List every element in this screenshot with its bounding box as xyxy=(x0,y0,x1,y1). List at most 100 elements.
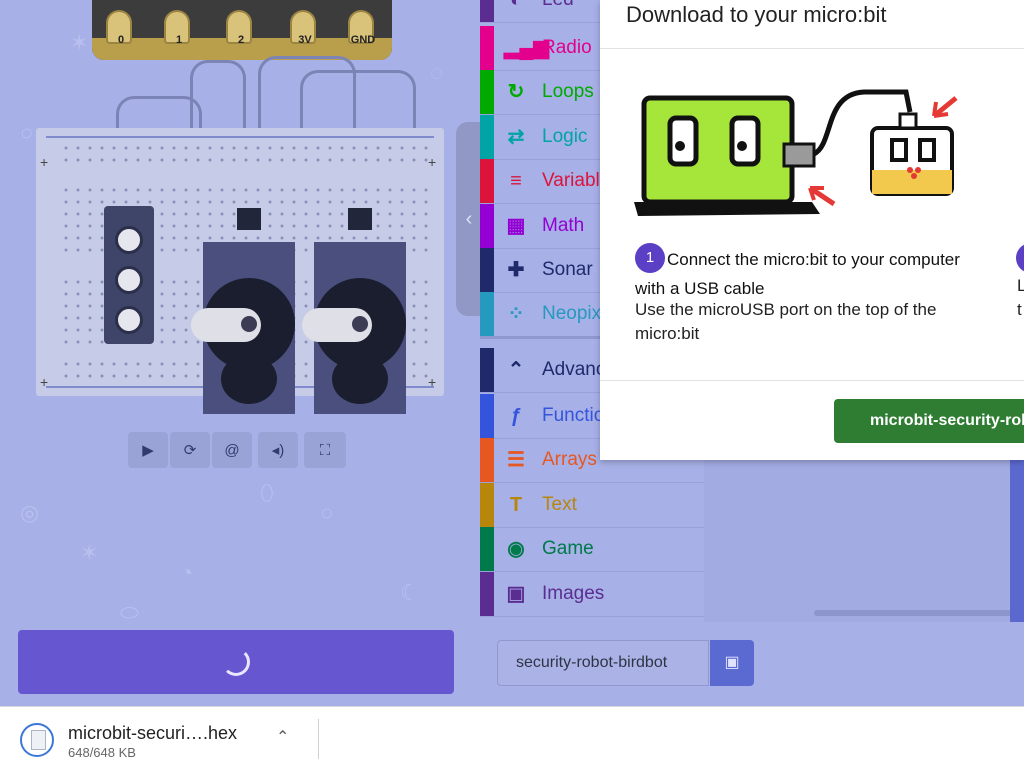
image-icon: ▣ xyxy=(506,583,526,605)
restart-icon: ⟳ xyxy=(183,442,197,459)
fullscreen-button[interactable]: ⛶ xyxy=(304,432,346,468)
divider xyxy=(600,48,1024,49)
step-description: Use the microUSB port on the top of the … xyxy=(635,300,937,343)
category-color-stripe xyxy=(480,248,494,292)
pin-gnd[interactable]: GND xyxy=(348,10,375,46)
servo-connector xyxy=(237,208,261,230)
download-dialog: Download to your micro:bit 1 Connect the… xyxy=(600,0,1024,460)
horizontal-scrollbar[interactable] xyxy=(814,610,1024,616)
servo-connector xyxy=(348,208,372,230)
project-name-input[interactable] xyxy=(497,640,709,686)
rail-holes xyxy=(60,142,432,166)
toolbox-category-game[interactable]: ◉ Game xyxy=(480,527,704,572)
download-size: 648/648 KB xyxy=(68,745,136,760)
refresh-icon: ↻ xyxy=(507,81,525,103)
text-icon: T xyxy=(509,494,523,516)
category-color-stripe xyxy=(480,204,494,248)
category-color-stripe xyxy=(480,527,494,571)
loading-spinner-icon xyxy=(222,648,250,676)
save-button[interactable]: ▣ xyxy=(710,640,754,686)
signal-icon: ▂▄▆ xyxy=(504,37,549,59)
toolbox-category-text[interactable]: T Text xyxy=(480,483,704,528)
play-button[interactable]: ▶ xyxy=(128,432,168,468)
background-doodle: ◎ xyxy=(20,500,40,525)
gamepad-icon: ◉ xyxy=(507,538,525,560)
power-rail xyxy=(46,136,434,138)
next-step-text: t xyxy=(1017,300,1022,319)
fullscreen-icon: ⛶ xyxy=(319,441,331,459)
chevron-up-icon: ⌃ xyxy=(507,359,525,381)
chevron-left-icon: ‹ xyxy=(465,208,473,230)
background-doodle: ☾ xyxy=(400,580,420,605)
download-button[interactable] xyxy=(18,630,454,694)
connect-usb-illustration xyxy=(634,89,958,216)
category-label: Led xyxy=(542,0,574,11)
servo-right[interactable] xyxy=(302,208,406,414)
background-doodle: ✶ xyxy=(70,30,89,55)
category-color-stripe xyxy=(480,394,494,438)
file-icon[interactable] xyxy=(20,723,54,757)
microbit-board[interactable]: 0 1 2 3V GND xyxy=(92,0,392,60)
save-icon: ▣ xyxy=(724,654,740,671)
hex-file-download-button[interactable]: microbit-security-robot-birdbot.hex xyxy=(834,399,1024,443)
category-label: Text xyxy=(542,494,577,515)
step-title: Connect the micro:bit to your computer w… xyxy=(635,250,960,298)
puzzle-icon: ✚ xyxy=(507,259,525,281)
toolbox-category-images[interactable]: ▣ Images xyxy=(480,572,704,617)
background-doodle: ○ xyxy=(320,500,334,525)
workspace-edge xyxy=(1010,460,1024,622)
restart-button[interactable]: ⟳ xyxy=(170,432,210,468)
category-label: Loops xyxy=(542,81,594,102)
divider xyxy=(600,380,1024,381)
plus-marker: + xyxy=(40,154,49,170)
category-color-stripe xyxy=(480,292,494,336)
servo-hub xyxy=(352,316,368,332)
pin-0[interactable]: 0 xyxy=(106,10,132,46)
editor-bottom-bar: ▣ xyxy=(0,622,1024,706)
servo-left[interactable] xyxy=(191,208,295,414)
category-label: Arrays xyxy=(542,449,597,470)
document-icon xyxy=(31,730,46,750)
function-icon: ƒ xyxy=(510,405,522,427)
browser-download-bar: microbit-securi….hex 648/648 KB ⌃ xyxy=(0,706,1024,769)
numbered-list-icon: ☰ xyxy=(507,449,525,471)
simulator-toolbar: ▶ ⟳ @ ◂) ⛶ xyxy=(128,432,346,468)
category-color-stripe xyxy=(480,438,494,482)
pin-3v[interactable]: 3V xyxy=(290,10,316,46)
category-label: Radio xyxy=(542,37,592,58)
category-color-stripe xyxy=(480,572,494,616)
category-label: Math xyxy=(542,215,585,236)
pin-1[interactable]: 1 xyxy=(164,10,190,46)
category-color-stripe xyxy=(480,483,494,527)
background-doodle: ⬯ xyxy=(260,480,274,505)
category-color-stripe xyxy=(480,115,494,159)
download-filename[interactable]: microbit-securi….hex xyxy=(68,723,237,744)
pin-2[interactable]: 2 xyxy=(226,10,252,46)
collapse-simulator-tab[interactable]: ‹ xyxy=(456,122,482,316)
blocks-workspace[interactable] xyxy=(704,460,1024,622)
category-label: Sonar xyxy=(542,259,593,280)
list-icon: ≡ xyxy=(510,170,522,192)
divider xyxy=(318,719,319,759)
simulator-panel: ○ ✶ ◌ ◎ ✶ ◔ ○ ☾ ⬭ ⬯ 0 1 2 3V GND + + + + xyxy=(0,0,480,706)
category-color-stripe xyxy=(480,70,494,114)
category-label: Game xyxy=(542,538,594,559)
category-label: Images xyxy=(542,583,605,604)
background-doodle: ◔ xyxy=(180,560,194,585)
category-label: Logic xyxy=(542,126,588,147)
background-doodle: ○ xyxy=(20,120,34,145)
toggle-icon: ◐ xyxy=(509,0,523,11)
category-color-stripe xyxy=(480,348,494,392)
chevron-up-icon[interactable]: ⌃ xyxy=(276,727,289,747)
mute-button[interactable]: ◂) xyxy=(258,432,298,468)
slow-mo-icon: @ xyxy=(224,441,240,459)
shuffle-icon: ⇄ xyxy=(507,126,525,148)
category-color-stripe xyxy=(480,0,494,22)
calculator-icon: ▦ xyxy=(506,215,526,237)
mute-icon: ◂) xyxy=(271,442,285,459)
ir-sensor[interactable] xyxy=(104,206,154,344)
play-icon: ▶ xyxy=(142,442,154,459)
sensor-led xyxy=(115,226,143,254)
slow-mo-button[interactable]: @ xyxy=(212,432,252,468)
servo-hub xyxy=(241,316,257,332)
